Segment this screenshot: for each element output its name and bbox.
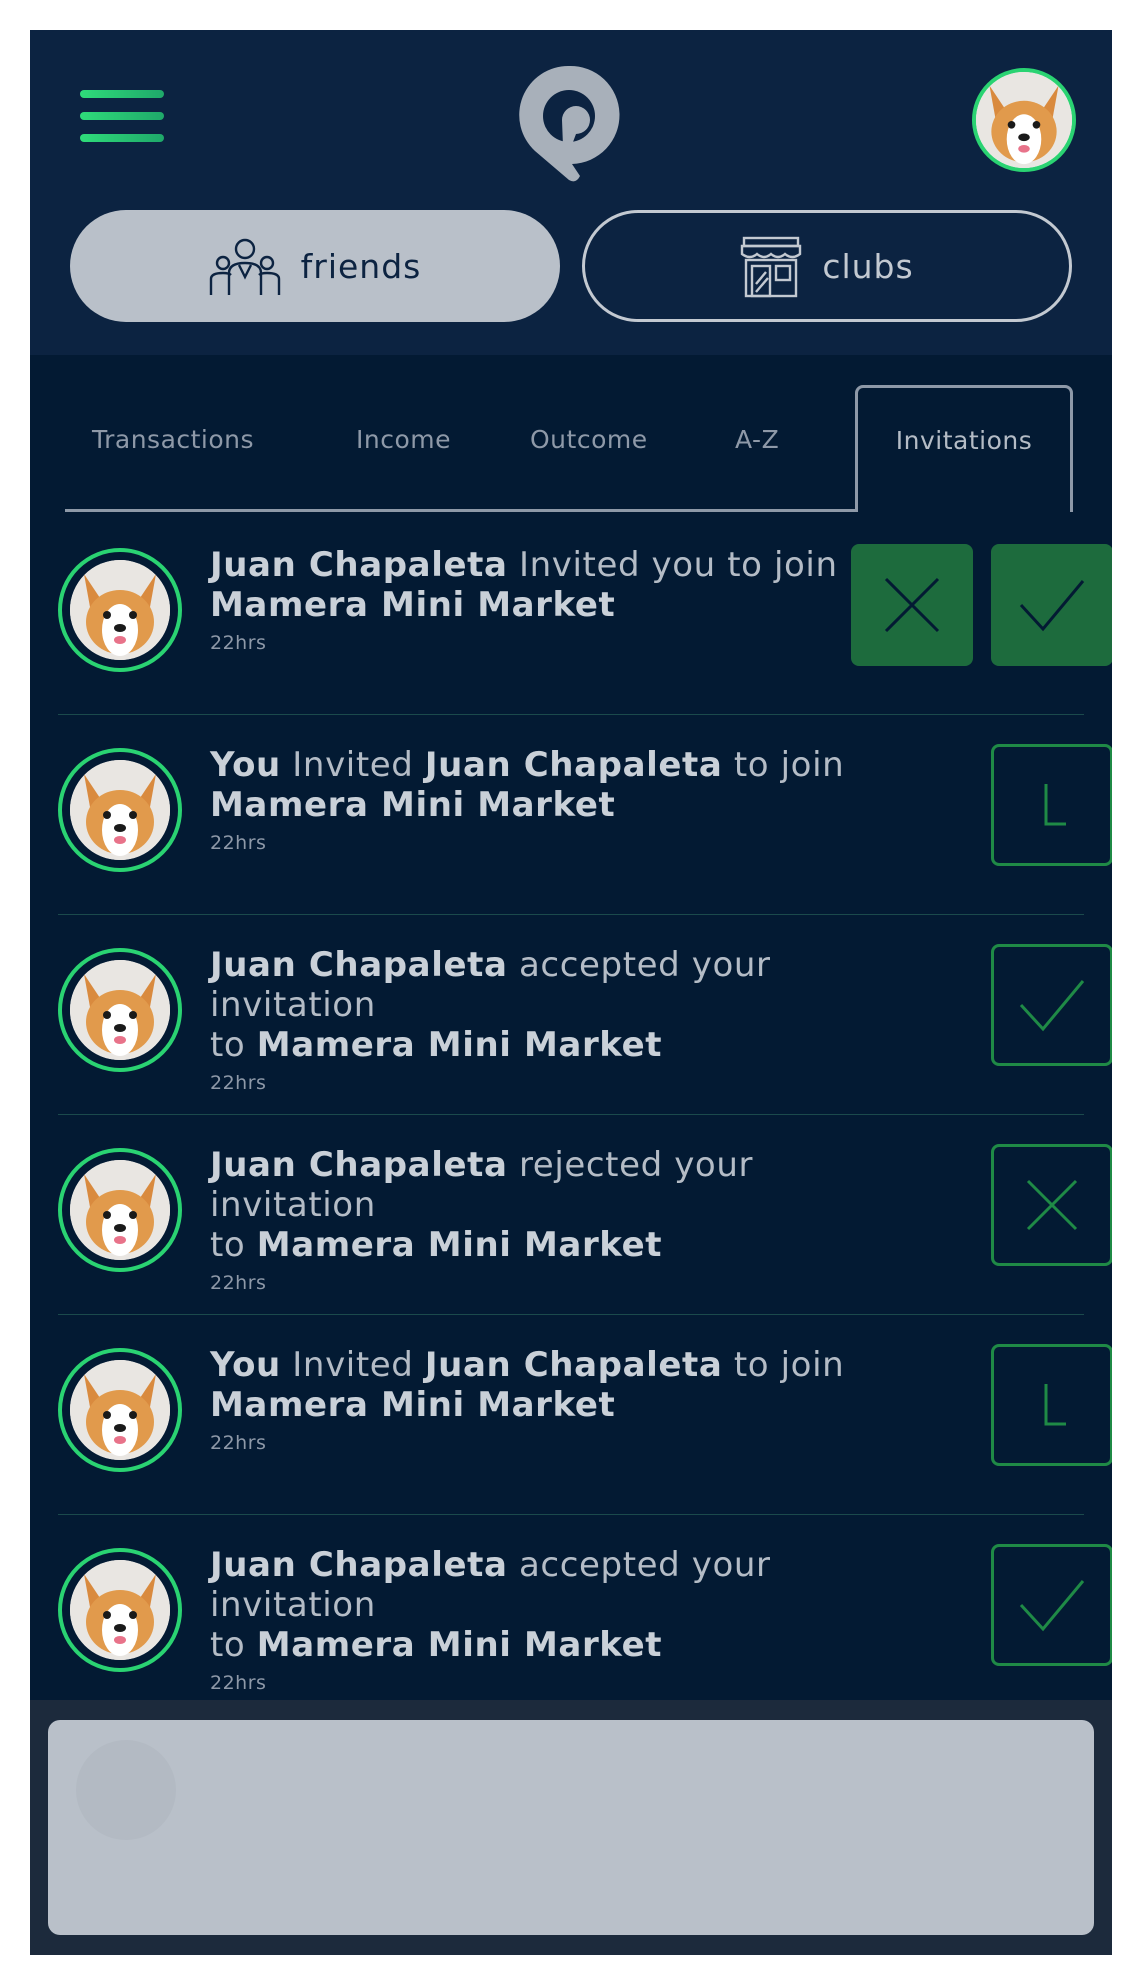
notification-verb: Invited you to join <box>518 545 838 585</box>
tab-outcome[interactable]: Outcome <box>530 425 648 454</box>
corgi-avatar-image <box>70 560 170 660</box>
notification-verb: Invited <box>292 1345 414 1385</box>
tabs-underline <box>65 509 855 512</box>
corgi-avatar-image <box>70 1360 170 1460</box>
corgi-avatar-image <box>70 1160 170 1260</box>
tab-clubs[interactable]: clubs <box>582 210 1072 322</box>
club-name: Mamera Mini Market <box>256 1025 663 1065</box>
timestamp: 22hrs <box>210 1272 267 1294</box>
avatar[interactable] <box>58 1148 182 1272</box>
corgi-avatar-image <box>70 1560 170 1660</box>
store-icon <box>741 236 802 298</box>
club-name: Mamera Mini Market <box>210 785 616 825</box>
list-item: Juan Chapaleta accepted your invitation … <box>58 915 1112 1115</box>
subtabs: Transactions Income Outcome A-Z Invitati… <box>65 385 1077 513</box>
rejected-status <box>991 1144 1112 1266</box>
list-item: You Invited Juan Chapaleta to join Mamer… <box>58 715 1112 915</box>
tab-invitations-label: Invitations <box>895 426 1033 455</box>
accepted-status <box>991 1544 1112 1666</box>
checkmark-icon <box>1019 580 1085 632</box>
notification-text: Juan Chapaleta rejected your invitation … <box>210 1145 910 1297</box>
timestamp: 22hrs <box>210 1672 267 1694</box>
pending-status <box>991 1344 1112 1466</box>
invitations-list: Juan Chapaleta Invited you to join Mamer… <box>58 515 1112 1715</box>
actor-name: Juan Chapaleta <box>210 945 508 985</box>
tab-a-z[interactable]: A-Z <box>735 425 779 454</box>
invitee-name: Juan Chapaleta <box>424 1345 723 1385</box>
avatar[interactable] <box>58 548 182 672</box>
clock-icon <box>1044 784 1066 826</box>
reject-button[interactable] <box>851 544 973 666</box>
club-name: Mamera Mini Market <box>256 1225 663 1265</box>
avatar[interactable] <box>58 948 182 1072</box>
actor-name: Juan Chapaleta <box>210 1545 508 1585</box>
ghost-avatar <box>76 1740 176 1840</box>
tab-clubs-label: clubs <box>822 246 914 286</box>
notification-text: You Invited Juan Chapaleta to join Mamer… <box>210 745 910 857</box>
avatar[interactable] <box>58 1348 182 1472</box>
invitee-name: Juan Chapaleta <box>424 745 723 785</box>
accept-button[interactable] <box>991 544 1112 666</box>
notification-verb-2: to join <box>733 745 845 785</box>
club-name: Mamera Mini Market <box>210 1385 616 1425</box>
list-item: You Invited Juan Chapaleta to join Mamer… <box>58 1315 1112 1515</box>
timestamp: 22hrs <box>210 632 267 654</box>
notification-verb: Invited <box>292 745 414 785</box>
notification-verb-2: to join <box>733 1345 845 1385</box>
actor-name: You <box>210 745 281 785</box>
tab-invitations[interactable]: Invitations <box>855 385 1073 512</box>
notification-text: You Invited Juan Chapaleta to join Mamer… <box>210 1345 910 1457</box>
checkmark-icon <box>1019 980 1085 1032</box>
avatar[interactable] <box>58 748 182 872</box>
notification-text: Juan Chapaleta accepted your invitation … <box>210 1545 910 1697</box>
timestamp: 22hrs <box>210 1072 267 1094</box>
hamburger-menu-icon[interactable] <box>80 82 164 150</box>
x-icon <box>884 577 940 633</box>
actor-name: Juan Chapaleta <box>210 545 508 585</box>
notification-prefix: to <box>210 1025 246 1065</box>
avatar[interactable] <box>58 1548 182 1672</box>
x-icon <box>1026 1179 1078 1231</box>
timestamp: 22hrs <box>210 832 267 854</box>
tab-transactions[interactable]: Transactions <box>92 425 254 454</box>
tab-income[interactable]: Income <box>356 425 451 454</box>
notification-prefix: to <box>210 1625 246 1665</box>
notification-prefix: to <box>210 1225 246 1265</box>
actor-name: Juan Chapaleta <box>210 1145 508 1185</box>
app-logo <box>519 65 620 182</box>
corgi-avatar-image <box>70 760 170 860</box>
notification-text: Juan Chapaleta Invited you to join Mamer… <box>210 545 910 657</box>
list-item: Juan Chapaleta Invited you to join Mamer… <box>58 515 1112 715</box>
app-screen: friends clubs Transactions Income Outcom… <box>30 30 1112 1955</box>
corgi-avatar-image <box>976 72 1072 168</box>
clock-icon <box>1044 1384 1066 1426</box>
club-name: Mamera Mini Market <box>256 1625 663 1665</box>
club-name: Mamera Mini Market <box>210 585 616 625</box>
list-item: Juan Chapaleta rejected your invitation … <box>58 1115 1112 1315</box>
corgi-avatar-image <box>70 960 170 1060</box>
list-item: Juan Chapaleta accepted your invitation … <box>58 1515 1112 1715</box>
actor-name: You <box>210 1345 281 1385</box>
tab-friends-label: friends <box>300 246 422 286</box>
notification-text: Juan Chapaleta accepted your invitation … <box>210 945 910 1097</box>
bottom-overlay-panel <box>48 1720 1094 1935</box>
pending-status <box>991 744 1112 866</box>
header: friends clubs <box>30 30 1112 355</box>
timestamp: 22hrs <box>210 1432 267 1454</box>
accepted-status <box>991 944 1112 1066</box>
tab-friends[interactable]: friends <box>70 210 560 322</box>
people-icon <box>209 238 280 295</box>
profile-avatar[interactable] <box>972 68 1076 172</box>
checkmark-icon <box>1019 1580 1085 1632</box>
